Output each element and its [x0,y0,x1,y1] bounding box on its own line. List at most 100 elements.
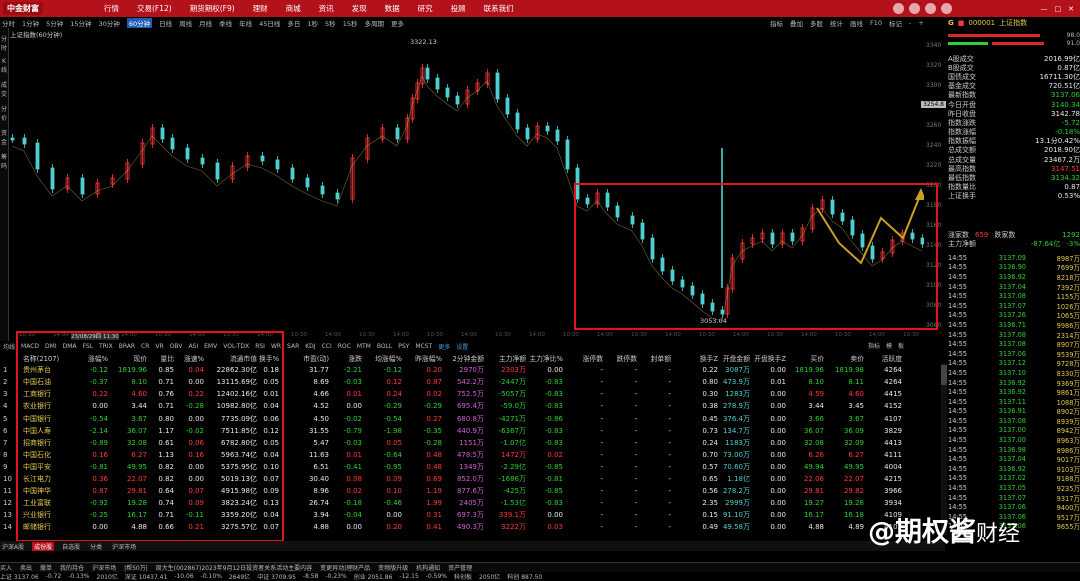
indicator-right-2[interactable]: 板 [898,341,904,350]
chart-tool-3[interactable]: 统计 [830,18,843,28]
status-item-5[interactable]: |帮50万| [124,563,148,572]
status-item-1[interactable]: 卖出 [20,563,32,572]
period-13[interactable]: 1秒 [307,18,318,28]
indicator-23[interactable]: 更多 [438,342,450,351]
chart-tool-4[interactable]: 画线 [850,18,863,28]
chart-tool-1[interactable]: 叠加 [790,18,803,28]
period-7[interactable]: 周线 [179,18,192,28]
indicator-17[interactable]: CCI [322,343,332,350]
period-8[interactable]: 月线 [199,18,212,28]
period-6[interactable]: 日线 [159,18,172,28]
period-0[interactable]: 分时 [2,18,15,28]
menu-item-6[interactable]: 发现 [352,3,367,14]
menu-item-4[interactable]: 商城 [286,3,301,14]
column-header-21[interactable]: 买价 [788,353,826,363]
column-header-8[interactable]: 市盈(动) [281,353,331,363]
skin-icon[interactable] [893,3,904,14]
menu-item-1[interactable]: 交易(F12) [137,3,172,14]
menu-item-2[interactable]: 期货期权(F9) [190,3,235,14]
message-icon[interactable] [925,3,936,14]
menu-item-9[interactable]: 投顾 [451,3,466,14]
column-header-13[interactable]: 主力净额 [486,353,528,363]
left-tab-5[interactable]: 筹码 [0,152,8,170]
minimize-icon[interactable]: — [1041,5,1048,13]
indicator-18[interactable]: ROC [338,343,351,350]
settings-icon[interactable] [909,3,920,14]
table-cell: -425万 [503,487,526,496]
column-header-17[interactable]: 封单额 [639,353,673,363]
period-14[interactable]: 5秒 [325,18,336,28]
chart-tool-5[interactable]: F10 [870,19,882,27]
column-header-23[interactable]: 活跃度 [866,353,904,363]
column-header-9[interactable]: 涨跌 [331,353,364,363]
indicator-right-1[interactable]: 模 [886,341,892,350]
menu-item-3[interactable]: 理财 [253,3,268,14]
refresh-icon[interactable]: G [948,19,954,27]
menu-item-5[interactable]: 资讯 [319,3,334,14]
menu-item-7[interactable]: 数据 [385,3,400,14]
indicator-right-0[interactable]: 指标 [868,341,880,350]
indicator-22[interactable]: MCST [415,343,432,350]
bottom-tab-3[interactable]: 分类 [88,542,104,551]
status-item-2[interactable]: 撤单 [40,563,52,572]
period-5[interactable]: 60分钟 [126,17,153,28]
indicator-16[interactable]: KDJ [305,343,315,350]
period-15[interactable]: 15秒 [343,18,358,28]
status-item-7[interactable]: 变更异动|理财产品 [320,563,370,572]
indicator-0[interactable]: 均线 [3,342,15,351]
indicator-19[interactable]: MTM [357,343,371,350]
period-16[interactable]: 多周期 [364,18,384,28]
status-item-6[interactable]: 周大生(002867)2023年9月12日投资者关系活动主要内容 [156,563,312,572]
column-header-11[interactable]: 昨涨幅% [404,353,444,363]
column-header-14[interactable]: 主力净比% [528,353,565,363]
status-item-0[interactable]: 买入 [0,563,12,572]
menu-item-0[interactable]: 行情 [104,3,119,14]
status-item-4[interactable]: 沪深市场 [92,563,116,572]
period-9[interactable]: 季线 [219,18,232,28]
column-header-12[interactable]: 2分钟金额 [444,353,486,363]
user-icon[interactable] [941,3,952,14]
menu-item-8[interactable]: 研究 [418,3,433,14]
bottom-tab-2[interactable]: 自选股 [60,542,82,551]
chart-tool-6[interactable]: 标记 [889,18,902,28]
status-item-10[interactable]: 资产管理 [448,563,472,572]
period-12[interactable]: 多日 [287,18,300,28]
indicator-21[interactable]: PSY [398,343,409,350]
period-17[interactable]: 更多 [391,18,404,28]
scroll-thumb[interactable] [941,365,947,385]
left-tab-0[interactable]: 分时 [0,34,8,52]
status-item-8[interactable]: 变频版升级 [378,563,408,572]
chart-tool-0[interactable]: 指标 [770,18,783,28]
left-tab-3[interactable]: 分价 [0,104,8,122]
bottom-tab-1[interactable]: 成份股 [32,541,55,551]
column-header-18[interactable]: 换手Z [673,353,720,363]
column-header-16[interactable]: 跌停数 [605,353,639,363]
period-4[interactable]: 30分钟 [99,18,120,28]
indicator-15[interactable]: SAR [287,343,299,350]
column-header-22[interactable]: 卖价 [826,353,866,363]
bottom-tab-4[interactable]: 沪深市场 [110,542,138,551]
column-header-10[interactable]: 均涨幅% [364,353,404,363]
period-1[interactable]: 1分钟 [22,18,39,28]
bottom-tab-0[interactable]: 沪深A股 [0,542,26,551]
column-header-19[interactable]: 开盘金额 [720,353,752,363]
left-tab-1[interactable]: K线 [0,58,8,74]
chart-tool-2[interactable]: 多股 [810,18,823,28]
indicator-24[interactable]: 设置 [456,342,468,351]
period-2[interactable]: 5分钟 [46,18,63,28]
chart-tool-7[interactable]: - [909,19,911,27]
left-tab-2[interactable]: 成交 [0,80,8,98]
period-3[interactable]: 15分钟 [70,18,91,28]
column-header-20[interactable]: 开盘换手Z [752,353,788,363]
close-icon[interactable]: ✕ [1068,5,1074,13]
period-11[interactable]: 45日线 [259,18,280,28]
status-item-9[interactable]: 机构通知 [416,563,440,572]
status-item-3[interactable]: 我的持仓 [60,563,84,572]
chart-tool-8[interactable]: + [918,19,923,27]
left-tab-4[interactable]: 资金 [0,128,8,146]
menu-item-10[interactable]: 联系我们 [484,3,514,14]
column-header-15[interactable]: 涨停数 [565,353,605,363]
period-10[interactable]: 年线 [239,18,252,28]
indicator-20[interactable]: BOLL [377,343,392,350]
maximize-icon[interactable]: □ [1055,5,1062,13]
